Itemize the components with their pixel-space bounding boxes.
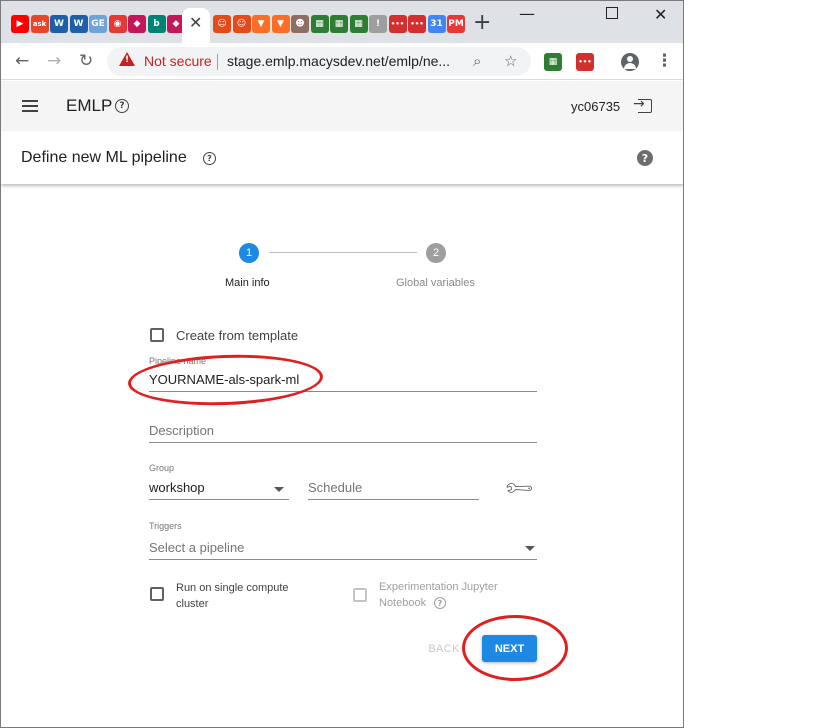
pinned-tab-grid-green-icon[interactable]: ▦ [310, 15, 329, 33]
back-button[interactable]: BACK [421, 639, 467, 659]
logout-icon[interactable] [638, 99, 652, 113]
app-header: EMLP ? yc06735 → [1, 81, 683, 131]
address-bar[interactable]: ! Not secure stage.emlp.macysdev.net/eml… [107, 47, 531, 76]
username: yc06735 [571, 99, 621, 114]
extension-grid-icon[interactable]: ▦ [544, 53, 562, 71]
triggers-dropdown-icon[interactable] [525, 546, 535, 551]
pinned-tab-ask-icon[interactable]: ask [30, 15, 49, 33]
pinned-tab-jenkins-icon[interactable]: ☻ [291, 15, 309, 33]
page-title-help-icon[interactable]: ? [203, 152, 216, 165]
bookmark-star-icon[interactable]: ☆ [504, 52, 517, 70]
pinned-tab-cube-icon[interactable]: ◆ [128, 15, 146, 33]
pinned-tab-dots-red-icon[interactable]: ••• [408, 15, 426, 33]
single-cluster-checkbox[interactable] [150, 587, 164, 601]
app-title: EMLP [66, 96, 113, 115]
reload-icon[interactable]: ↻ [79, 51, 93, 71]
create-from-template-label[interactable]: Create from template [176, 328, 298, 343]
pinned-tab-dots-red-icon[interactable]: ••• [388, 15, 407, 33]
stepper-connector [269, 252, 417, 253]
jupyter-notebook-checkbox[interactable] [353, 588, 367, 602]
pinned-tab-ge-icon[interactable]: GE [89, 15, 107, 33]
wrench-icon[interactable]: 🔧︎ [501, 471, 536, 506]
minimize-icon[interactable]: — [519, 5, 535, 23]
step-1-label[interactable]: Main info [225, 277, 270, 289]
step-2-circle[interactable]: 2 [426, 243, 446, 263]
pinned-tab-avatar-icon[interactable]: ☺ [213, 15, 231, 33]
pinned-tab-gitlab-icon[interactable]: ▼ [271, 15, 290, 33]
jupyter-help-icon[interactable]: ? [434, 597, 446, 609]
triggers-underline [149, 559, 537, 560]
pinned-tab-bing-icon[interactable]: b [147, 15, 166, 33]
page-title: Define new ML pipeline [21, 149, 187, 166]
single-cluster-label-line2: cluster [176, 598, 209, 610]
back-arrow-icon[interactable]: ← [15, 51, 29, 71]
pinned-tab-wifi-red-icon[interactable]: ◉ [108, 15, 127, 33]
zoom-icon[interactable]: ⌕ [473, 52, 481, 70]
not-secure-label[interactable]: Not secure [144, 53, 212, 69]
close-window-icon[interactable]: ✕ [654, 6, 667, 24]
pinned-tab-calendar-icon[interactable]: 31 [427, 15, 446, 33]
pinned-tab-grid-green-icon[interactable]: ▦ [330, 15, 348, 33]
pinned-tab-w-blue-icon[interactable]: W [69, 15, 88, 33]
app-help-icon[interactable]: ? [115, 99, 129, 113]
tab-strip: ▶ ask W W GE ◉ ◆ b ◆ ✕ ☺ ☺ ▼ ▼ ☻ ▦ ▦ ▦! ••• ••• 31 PM + — ✕ [1, 1, 683, 43]
group-underline [149, 499, 289, 500]
step-2-label[interactable]: Global variables [396, 277, 475, 289]
create-from-template-checkbox[interactable] [150, 328, 164, 342]
triggers-label: Triggers [149, 521, 182, 531]
pinned-tab-youtube-icon[interactable]: ▶ [11, 15, 29, 33]
schedule-input[interactable]: Schedule [308, 480, 362, 495]
group-label: Group [149, 463, 175, 473]
jupyter-label-line2: Notebook [379, 597, 427, 609]
page-header: Define new ML pipeline ? ? [1, 132, 683, 184]
browser-menu-icon[interactable]: ⋮ [656, 51, 673, 71]
pinned-tab-gitlab-icon[interactable]: ▼ [252, 15, 270, 33]
browser-toolbar: ← → ↻ ! Not secure stage.emlp.macysdev.n… [1, 43, 683, 80]
browser-window: ▶ ask W W GE ◉ ◆ b ◆ ✕ ☺ ☺ ▼ ▼ ☻ ▦ ▦ ▦! ••• ••• 31 PM + — ✕… [0, 0, 684, 728]
pinned-tab-pm-icon[interactable]: PM [447, 15, 465, 33]
close-tab-icon[interactable]: ✕ [189, 14, 202, 32]
pinned-tab-pin-icon[interactable]: ! [369, 15, 387, 33]
description-underline [149, 442, 537, 443]
url-text[interactable]: stage.emlp.macysdev.net/emlp/ne... [227, 53, 450, 69]
group-select[interactable]: workshop [149, 480, 205, 495]
pinned-tab-avatar-icon[interactable]: ☺ [232, 15, 251, 33]
schedule-underline [308, 499, 479, 500]
profile-avatar-icon[interactable] [621, 53, 639, 71]
pinned-tab-grid-green-icon[interactable]: ▦ [349, 15, 368, 33]
new-tab-button[interactable]: + [473, 12, 491, 34]
jupyter-label-line1: Experimentation Jupyter [379, 581, 498, 593]
annotation-ellipse-next [462, 615, 568, 681]
maximize-icon[interactable] [606, 7, 618, 19]
group-dropdown-icon[interactable] [274, 487, 284, 492]
description-input[interactable]: Description [149, 423, 214, 438]
hamburger-menu-icon[interactable] [22, 100, 38, 112]
address-divider [217, 54, 218, 70]
pinned-tab-w-blue-icon[interactable]: W [50, 15, 68, 33]
step-1-circle[interactable]: 1 [239, 243, 259, 263]
page-help-icon[interactable]: ? [637, 150, 653, 166]
single-cluster-label-line1: Run on single compute [176, 582, 289, 594]
triggers-select[interactable]: Select a pipeline [149, 540, 244, 555]
forward-arrow-icon[interactable]: → [47, 51, 61, 71]
single-cluster-label[interactable]: Run on single compute cluster [176, 580, 289, 612]
extension-dots-icon[interactable]: ••• [576, 53, 594, 71]
